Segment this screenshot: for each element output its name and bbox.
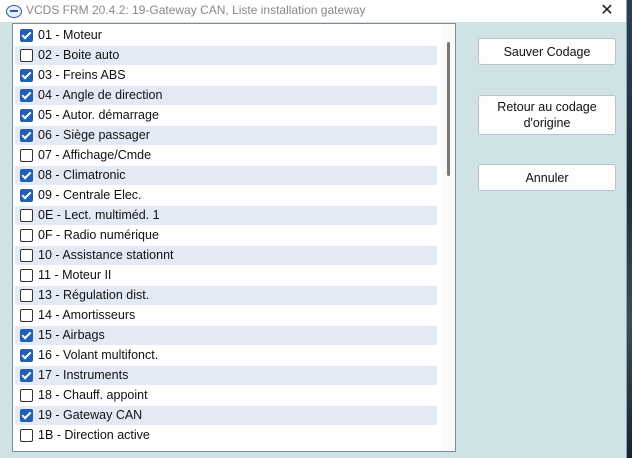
module-label: 14 - Amortisseurs (38, 308, 136, 322)
module-label: 0F - Radio numérique (38, 228, 159, 242)
module-list-item[interactable]: 0F - Radio numérique (15, 226, 437, 245)
module-label: 09 - Centrale Elec. (38, 188, 142, 202)
module-list: 01 - Moteur 02 - Boite auto 03 - Freins AB… (12, 23, 456, 452)
module-checkbox[interactable] (20, 289, 33, 302)
module-checkbox[interactable] (20, 169, 33, 182)
module-checkbox[interactable] (20, 229, 33, 242)
module-checkbox[interactable] (20, 309, 33, 322)
module-checkbox[interactable] (20, 349, 33, 362)
module-label: 1B - Direction active (38, 428, 150, 442)
gateway-installation-dialog: VCDS FRM 20.4.2: 19-Gateway CAN, Liste i… (0, 0, 627, 458)
window-title: VCDS FRM 20.4.2: 19-Gateway CAN, Liste i… (26, 3, 366, 17)
module-checkbox[interactable] (20, 89, 33, 102)
module-label: 13 - Régulation dist. (38, 288, 150, 302)
module-list-item[interactable]: 15 - Airbags (15, 326, 437, 345)
module-list-item[interactable]: 05 - Autor. démarrage (15, 106, 437, 125)
module-label: 10 - Assistance stationnt (38, 248, 174, 262)
module-list-item[interactable]: 13 - Régulation dist. (15, 286, 437, 305)
module-checkbox[interactable] (20, 329, 33, 342)
module-list-item[interactable]: 0E - Lect. multiméd. 1 (15, 206, 437, 225)
module-list-item[interactable]: 19 - Gateway CAN (15, 406, 437, 425)
module-checkbox[interactable] (20, 249, 33, 262)
module-checkbox[interactable] (20, 429, 33, 442)
module-label: 04 - Angle de direction (38, 88, 163, 102)
module-label: 18 - Chauff. appoint (38, 388, 148, 402)
module-label: 11 - Moteur II (38, 268, 112, 282)
module-list-item[interactable]: 1B - Direction active (15, 426, 437, 445)
module-label: 05 - Autor. démarrage (38, 108, 159, 122)
module-list-item[interactable]: 14 - Amortisseurs (15, 306, 437, 325)
module-list-item[interactable]: 02 - Boite auto (15, 46, 437, 65)
module-checkbox[interactable] (20, 29, 33, 42)
vcds-app-icon (6, 5, 22, 18)
module-list-item[interactable]: 07 - Affichage/Cmde (15, 146, 437, 165)
module-list-item[interactable]: 04 - Angle de direction (15, 86, 437, 105)
module-list-item[interactable]: 01 - Moteur (15, 26, 437, 45)
module-list-item[interactable]: 18 - Chauff. appoint (15, 386, 437, 405)
module-list-item[interactable]: 11 - Moteur II (15, 266, 437, 285)
restore-label-line2: d'origine (523, 116, 571, 130)
cancel-label: Annuler (525, 170, 569, 185)
module-label: 15 - Airbags (38, 328, 105, 342)
module-checkbox[interactable] (20, 389, 33, 402)
module-checkbox[interactable] (20, 269, 33, 282)
save-coding-label: Sauver Codage (503, 44, 591, 59)
module-list-item[interactable]: 09 - Centrale Elec. (15, 186, 437, 205)
module-label: 08 - Climatronic (38, 168, 126, 182)
module-checkbox[interactable] (20, 49, 33, 62)
module-label: 02 - Boite auto (38, 48, 120, 62)
module-list-item[interactable]: 03 - Freins ABS (15, 66, 437, 85)
cancel-button[interactable]: Annuler (478, 164, 616, 191)
module-checkbox[interactable] (20, 189, 33, 202)
save-coding-button[interactable]: Sauver Codage (478, 38, 616, 65)
scrollbar-thumb[interactable] (447, 42, 450, 176)
module-label: 16 - Volant multifonct. (38, 348, 159, 362)
module-checkbox[interactable] (20, 69, 33, 82)
module-checkbox[interactable] (20, 369, 33, 382)
module-checkbox[interactable] (20, 209, 33, 222)
list-scrollbar[interactable] (442, 24, 455, 451)
module-list-item[interactable]: 17 - Instruments (15, 366, 437, 385)
module-checkbox[interactable] (20, 109, 33, 122)
module-label: 01 - Moteur (38, 28, 102, 42)
restore-label-line1: Retour au codage (497, 100, 597, 114)
module-label: 06 - Siège passager (38, 128, 150, 142)
module-list-item[interactable]: 10 - Assistance stationnt (15, 246, 437, 265)
restore-original-coding-button[interactable]: Retour au codage d'origine (478, 95, 616, 135)
module-list-item[interactable]: 08 - Climatronic (15, 166, 437, 185)
module-label: 03 - Freins ABS (38, 68, 126, 82)
title-bar: VCDS FRM 20.4.2: 19-Gateway CAN, Liste i… (0, 0, 626, 22)
module-list-item[interactable]: 16 - Volant multifonct. (15, 346, 437, 365)
module-label: 0E - Lect. multiméd. 1 (38, 208, 160, 222)
module-checkbox[interactable] (20, 409, 33, 422)
module-list-item[interactable]: 06 - Siège passager (15, 126, 437, 145)
module-label: 17 - Instruments (38, 368, 129, 382)
module-checkbox[interactable] (20, 149, 33, 162)
module-label: 07 - Affichage/Cmde (38, 148, 152, 162)
module-label: 19 - Gateway CAN (38, 408, 143, 422)
close-icon[interactable]: ✕ (592, 0, 622, 22)
module-checkbox[interactable] (20, 129, 33, 142)
